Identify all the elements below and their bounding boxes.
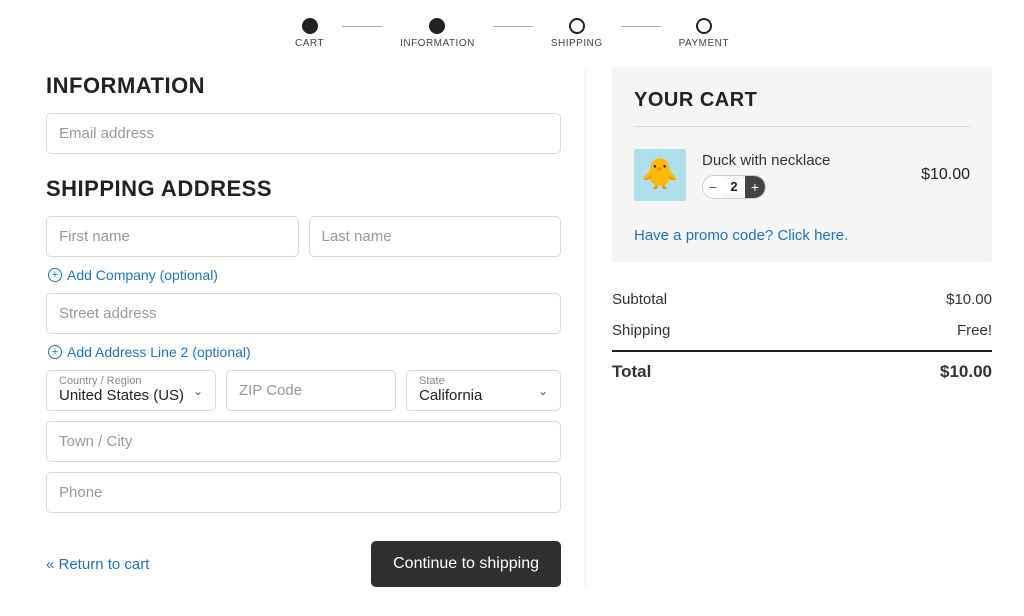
step-label: CART [295, 38, 324, 49]
subtotal-label: Subtotal [612, 291, 667, 308]
town-city-field[interactable] [46, 421, 561, 462]
product-thumbnail: 🐥 [634, 149, 686, 201]
total-label: Total [612, 362, 651, 382]
shipping-heading: SHIPPING ADDRESS [46, 176, 561, 202]
step-connector [342, 26, 382, 27]
step-label: SHIPPING [551, 38, 603, 49]
chevron-down-icon: ⌄ [193, 384, 203, 398]
cart-panel: YOUR CART 🐥 Duck with necklace − 2 + $10… [612, 67, 992, 262]
divider [634, 126, 970, 127]
subtotal-row: Subtotal $10.00 [612, 284, 992, 315]
add-address-line2-link[interactable]: + Add Address Line 2 (optional) [48, 344, 251, 360]
state-select[interactable]: State California ⌄ [406, 370, 561, 411]
totals: Subtotal $10.00 Shipping Free! Total $10… [612, 284, 992, 389]
product-name: Duck with necklace [702, 152, 905, 169]
step-circle-icon [302, 18, 318, 34]
add-line2-label: Add Address Line 2 (optional) [67, 344, 251, 360]
street-address-field[interactable] [46, 293, 561, 334]
step-label: INFORMATION [400, 38, 475, 49]
checkout-stepper: CART INFORMATION SHIPPING PAYMENT [0, 0, 1024, 57]
promo-code-link[interactable]: Have a promo code? Click here. [634, 227, 970, 244]
quantity-decrease-button[interactable]: − [703, 175, 723, 199]
return-to-cart-link[interactable]: « Return to cart [46, 556, 149, 573]
step-circle-icon [569, 18, 585, 34]
information-heading: INFORMATION [46, 73, 561, 99]
chevron-down-icon: ⌄ [538, 384, 548, 398]
total-value: $10.00 [940, 362, 992, 382]
step-label: PAYMENT [679, 38, 729, 49]
state-value: California [419, 387, 548, 404]
continue-to-shipping-button[interactable]: Continue to shipping [371, 541, 561, 587]
add-company-link[interactable]: + Add Company (optional) [48, 267, 218, 283]
quantity-increase-button[interactable]: + [745, 175, 765, 199]
item-price: $10.00 [921, 166, 970, 184]
shipping-value: Free! [957, 322, 992, 339]
add-company-label: Add Company (optional) [67, 267, 218, 283]
checkout-form: INFORMATION SHIPPING ADDRESS + Add Compa… [46, 67, 586, 587]
step-circle-icon [696, 18, 712, 34]
phone-field[interactable] [46, 472, 561, 513]
plus-circle-icon: + [48, 268, 62, 282]
email-field[interactable] [46, 113, 561, 154]
country-select[interactable]: Country / Region United States (US) ⌄ [46, 370, 216, 411]
last-name-field[interactable] [309, 216, 562, 257]
quantity-stepper: − 2 + [702, 175, 766, 199]
order-summary: YOUR CART 🐥 Duck with necklace − 2 + $10… [586, 67, 992, 587]
step-information[interactable]: INFORMATION [400, 18, 475, 49]
step-connector [621, 26, 661, 27]
step-cart[interactable]: CART [295, 18, 324, 49]
subtotal-value: $10.00 [946, 291, 992, 308]
shipping-label: Shipping [612, 322, 670, 339]
state-floating-label: State [419, 375, 548, 387]
quantity-value: 2 [723, 179, 745, 194]
step-circle-icon [429, 18, 445, 34]
step-shipping[interactable]: SHIPPING [551, 18, 603, 49]
cart-heading: YOUR CART [634, 89, 970, 112]
first-name-field[interactable] [46, 216, 299, 257]
total-row: Total $10.00 [612, 350, 992, 389]
step-connector [493, 26, 533, 27]
plus-circle-icon: + [48, 345, 62, 359]
step-payment[interactable]: PAYMENT [679, 18, 729, 49]
cart-item: 🐥 Duck with necklace − 2 + $10.00 [634, 149, 970, 201]
country-floating-label: Country / Region [59, 375, 203, 387]
shipping-row: Shipping Free! [612, 315, 992, 346]
country-value: United States (US) [59, 387, 203, 404]
zip-field[interactable] [226, 370, 396, 411]
